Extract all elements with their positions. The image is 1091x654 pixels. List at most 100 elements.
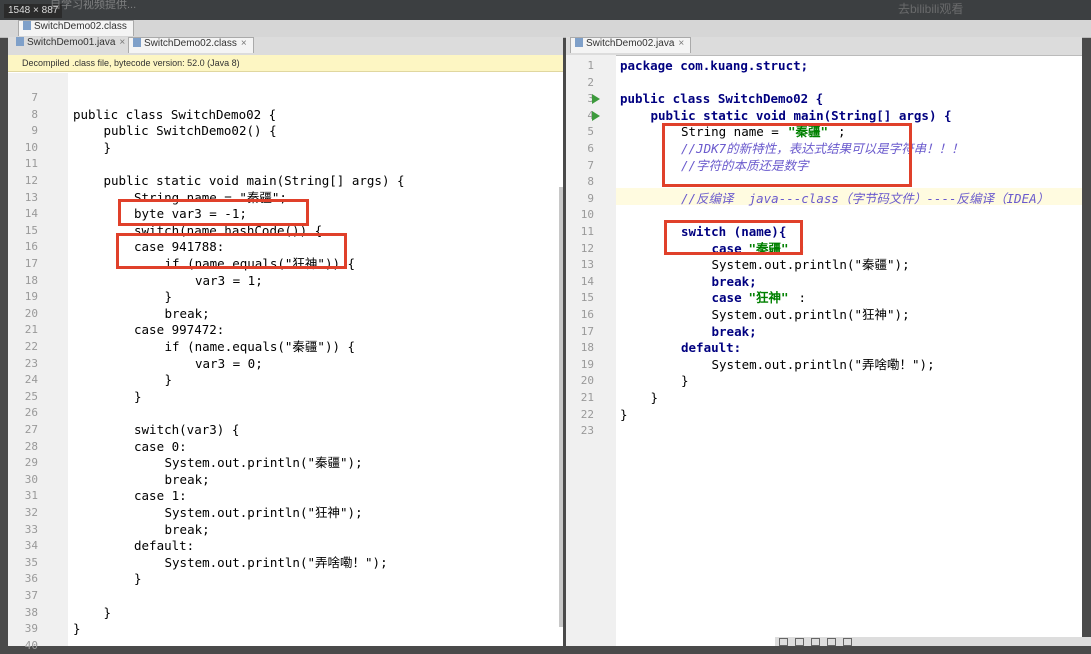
code-line: }	[620, 406, 628, 422]
line-number: 31	[24, 489, 38, 503]
line-number: 15	[24, 223, 38, 237]
code-token: :	[798, 290, 807, 306]
line-number: 21	[24, 323, 38, 337]
code-line: package com.kuang.struct;	[620, 58, 809, 73]
code-line: default:	[681, 340, 742, 356]
line-number: 12	[24, 174, 38, 187]
line-number: 16	[580, 308, 594, 321]
code-line: }	[650, 390, 659, 405]
close-icon[interactable]: ×	[119, 37, 125, 48]
code-line: break;	[711, 273, 757, 289]
annotation-box-switch-name	[664, 220, 803, 255]
file-tab-switchdemo02-class[interactable]: SwitchDemo02.class	[18, 20, 134, 36]
code-line: }	[681, 373, 689, 389]
tab-switchdemo01-java[interactable]: SwitchDemo01.java ×	[12, 37, 131, 53]
code-line: }	[103, 139, 112, 155]
code-line: case 0:	[134, 438, 187, 454]
line-number: 36	[24, 572, 38, 586]
line-number: 18	[580, 341, 594, 355]
toolbar-icon[interactable]	[811, 638, 820, 646]
code-line: }	[164, 372, 173, 388]
line-number: 22	[24, 340, 38, 353]
tab-switchdemo02-java[interactable]: SwitchDemo02.java ×	[570, 37, 692, 53]
line-number: 8	[587, 175, 594, 189]
toolbar-icon[interactable]	[843, 638, 852, 646]
code-line: break;	[164, 471, 210, 487]
left-editor-panel: SwitchDemo01.java × SwitchDemo02.class × D…	[8, 37, 563, 652]
code-line: System.out.println("秦疆");	[164, 455, 363, 471]
line-number: 17	[580, 324, 594, 338]
line-number: 11	[580, 225, 594, 238]
blurred-overlay-text: 自学习视频提供...	[50, 0, 137, 11]
line-number: 5	[587, 125, 594, 139]
java-file-icon	[16, 37, 24, 46]
toolbar-icon[interactable]	[795, 638, 804, 646]
tab-switchdemo02-class[interactable]: SwitchDemo02.class ×	[128, 37, 254, 53]
code-line: switch(var3) {	[134, 422, 240, 437]
left-editor-tabs: SwitchDemo01.java × SwitchDemo02.class ×	[8, 37, 563, 56]
left-code-area[interactable]: 7 8 9 10 11 12 13 14 15 16 17 18 19 20 21 22 23 24 25 26 27 2…	[8, 90, 558, 652]
line-number: 2	[587, 75, 594, 89]
line-number: 26	[24, 406, 38, 420]
line-number: 6	[587, 142, 594, 155]
line-number: 20	[24, 306, 38, 320]
code-line: }	[164, 289, 173, 305]
right-editor-tabs: SwitchDemo02.java ×	[566, 37, 1082, 56]
left-scrollbar[interactable]	[559, 187, 563, 627]
line-number: 1	[587, 59, 594, 72]
code-line: System.out.println("弄啥嘞！");	[711, 356, 935, 372]
line-number: 18	[24, 273, 38, 287]
code-line: //反编译 java---class（字节码文件）----反编译（IDEA）	[681, 190, 1050, 206]
line-number: 29	[24, 456, 38, 470]
code-line: case 997472:	[134, 322, 225, 338]
line-number: 27	[24, 423, 38, 436]
code-line: }	[134, 388, 142, 404]
line-number: 37	[24, 589, 38, 602]
close-icon[interactable]: ×	[241, 38, 247, 49]
line-number: 13	[580, 258, 594, 272]
right-code-area[interactable]: 1 2 3 4 5 6 7 8 9 10 11 12 13 14 15 16 17 18 19 20 21 22 23 pac…	[566, 55, 1082, 646]
line-number: 11	[24, 157, 38, 171]
line-number: 19	[24, 290, 38, 304]
code-line: var3 = 1;	[195, 272, 263, 288]
code-line: case 1:	[134, 488, 187, 504]
line-number: 12	[580, 241, 594, 255]
code-line: break;	[164, 521, 210, 537]
line-number: 21	[580, 391, 594, 404]
annotation-box-hashcode-switch	[116, 233, 347, 269]
class-file-icon	[133, 38, 141, 47]
close-icon[interactable]: ×	[678, 38, 684, 49]
line-number: 23	[24, 356, 38, 370]
line-number: 10	[24, 140, 38, 154]
toolbar-icon[interactable]	[779, 638, 788, 646]
code-line: default:	[134, 538, 195, 554]
run-gutter-icon[interactable]	[592, 94, 600, 105]
line-number: 10	[580, 208, 594, 222]
code-line: }	[134, 571, 142, 587]
code-line: public SwitchDemo02() {	[103, 123, 277, 139]
line-number: 3	[587, 92, 594, 106]
line-number: 39	[24, 622, 38, 636]
line-number: 38	[24, 605, 38, 619]
line-number: 8	[31, 107, 38, 121]
code-line: System.out.println("秦疆");	[711, 257, 910, 273]
line-number: 4	[587, 108, 594, 122]
bottom-toolbar	[775, 637, 1091, 646]
line-number: 17	[24, 257, 38, 270]
code-line: var3 = 0;	[195, 355, 263, 371]
annotation-box-jdk7-comment	[662, 123, 912, 187]
file-tab-bar: SwitchDemo02.class	[0, 20, 1091, 38]
toolbar-icon[interactable]	[827, 638, 836, 646]
code-line: System.out.println("狂神");	[711, 307, 910, 322]
line-number: 7	[587, 158, 594, 172]
run-gutter-icon[interactable]	[592, 110, 600, 121]
code-token: "狂神"	[748, 290, 789, 306]
code-line: public static void main(String[] args) {	[650, 107, 952, 123]
line-number: 9	[31, 124, 38, 138]
code-line: public class SwitchDemo02 {	[73, 106, 277, 122]
line-number: 25	[24, 389, 38, 403]
line-number: 24	[24, 373, 38, 387]
line-number: 19	[580, 357, 594, 371]
code-line: public static void main(String[] args) {	[103, 173, 405, 188]
line-number: 30	[24, 472, 38, 486]
